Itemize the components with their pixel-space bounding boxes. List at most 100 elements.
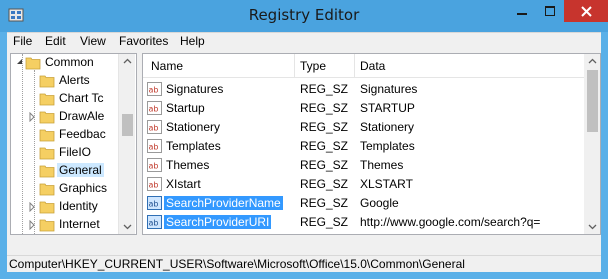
svg-text:ab: ab bbox=[149, 86, 159, 95]
value-name: Themes bbox=[166, 158, 210, 172]
menu-edit[interactable]: Edit bbox=[45, 34, 66, 48]
registry-editor-window: Registry Editor File Edit View Favorites… bbox=[0, 0, 608, 279]
status-path: Computer\HKEY_CURRENT_USER\Software\Micr… bbox=[9, 257, 465, 271]
title-bar[interactable]: Registry Editor bbox=[0, 0, 608, 32]
column-divider[interactable] bbox=[354, 54, 355, 78]
folder-icon bbox=[39, 219, 55, 232]
folder-icon bbox=[39, 111, 55, 124]
tree-item-label: Graphics bbox=[59, 181, 108, 195]
collapsed-arrow-icon bbox=[29, 112, 35, 122]
value-name: Stationery bbox=[166, 120, 221, 134]
scroll-up-arrow-icon[interactable] bbox=[123, 57, 132, 66]
value-data: Stationery bbox=[360, 120, 415, 134]
folder-icon bbox=[39, 129, 55, 142]
menu-bar: File Edit View Favorites Help bbox=[7, 32, 601, 49]
value-type: REG_SZ bbox=[300, 215, 349, 229]
tree-vertical-scrollbar[interactable] bbox=[118, 54, 135, 234]
value-type: REG_SZ bbox=[300, 177, 349, 191]
value-row-selected[interactable]: ab SearchProviderURI REG_SZ http://www.g… bbox=[143, 213, 584, 232]
folder-icon bbox=[39, 165, 55, 178]
value-row[interactable]: ab XIstart REG_SZ XLSTART bbox=[143, 175, 584, 194]
folder-icon bbox=[25, 57, 41, 70]
svg-text:ab: ab bbox=[149, 105, 159, 114]
svg-text:ab: ab bbox=[149, 200, 159, 209]
value-type: REG_SZ bbox=[300, 120, 349, 134]
client-area: Common Alerts Chart Tc DrawAle Feedbac F… bbox=[7, 49, 601, 255]
string-value-icon: ab bbox=[147, 215, 162, 229]
string-value-icon: ab bbox=[147, 158, 162, 172]
value-type: REG_SZ bbox=[300, 158, 349, 172]
value-data: Google bbox=[360, 196, 399, 210]
column-header: Name Type Data bbox=[143, 54, 584, 78]
value-row[interactable]: ab Stationery REG_SZ Stationery bbox=[143, 118, 584, 137]
value-name: Templates bbox=[166, 139, 221, 153]
maximize-icon bbox=[544, 6, 555, 16]
column-header-type[interactable]: Type bbox=[300, 59, 326, 73]
tree-item-label: Common bbox=[45, 55, 94, 69]
svg-text:ab: ab bbox=[149, 124, 159, 133]
menu-file[interactable]: File bbox=[13, 34, 32, 48]
menu-view[interactable]: View bbox=[80, 34, 106, 48]
svg-text:ab: ab bbox=[149, 219, 159, 228]
tree-item-label: General bbox=[57, 163, 104, 177]
value-row-selected[interactable]: ab SearchProviderName REG_SZ Google bbox=[143, 194, 584, 213]
tree-item-label: Alerts bbox=[59, 73, 90, 87]
tree-scroll-thumb[interactable] bbox=[122, 114, 133, 136]
list-vertical-scrollbar[interactable] bbox=[584, 54, 600, 234]
tree-item-label: FileIO bbox=[59, 145, 92, 159]
tree-item-label: Feedbac bbox=[59, 127, 106, 141]
value-name: XIstart bbox=[166, 177, 201, 191]
string-value-icon: ab bbox=[147, 82, 162, 96]
tree-item-label: Chart Tc bbox=[59, 91, 104, 105]
tree-item-label: DrawAle bbox=[59, 109, 105, 123]
value-name: Signatures bbox=[166, 82, 224, 96]
value-data: STARTUP bbox=[360, 101, 415, 115]
tree-item-label: Identity bbox=[59, 199, 98, 213]
column-header-data[interactable]: Data bbox=[360, 59, 385, 73]
value-type: REG_SZ bbox=[300, 196, 349, 210]
menu-help[interactable]: Help bbox=[180, 34, 205, 48]
string-value-icon: ab bbox=[147, 101, 162, 115]
value-type: REG_SZ bbox=[300, 101, 349, 115]
value-type: REG_SZ bbox=[300, 139, 349, 153]
value-data: XLSTART bbox=[360, 177, 413, 191]
string-value-icon: ab bbox=[147, 196, 162, 210]
svg-text:ab: ab bbox=[149, 143, 159, 152]
list-scroll-thumb[interactable] bbox=[587, 70, 598, 132]
string-value-icon: ab bbox=[147, 177, 162, 191]
svg-text:ab: ab bbox=[149, 181, 159, 190]
key-tree[interactable]: Common Alerts Chart Tc DrawAle Feedbac F… bbox=[10, 53, 137, 235]
svg-text:ab: ab bbox=[149, 162, 159, 171]
value-data: Signatures bbox=[360, 82, 418, 96]
minimize-icon bbox=[516, 13, 527, 15]
folder-icon bbox=[39, 93, 55, 106]
values-list[interactable]: Name Type Data ab Signatures REG_SZ Sign… bbox=[142, 53, 601, 235]
value-name: SearchProviderName bbox=[164, 196, 283, 210]
minimize-button[interactable] bbox=[508, 0, 535, 22]
folder-icon bbox=[39, 147, 55, 160]
maximize-button[interactable] bbox=[536, 0, 563, 22]
column-header-name[interactable]: Name bbox=[151, 59, 183, 73]
string-value-icon: ab bbox=[147, 120, 162, 134]
value-row[interactable]: ab Startup REG_SZ STARTUP bbox=[143, 99, 584, 118]
scroll-down-arrow-icon[interactable] bbox=[123, 222, 132, 231]
value-name: Startup bbox=[166, 101, 205, 115]
close-button[interactable] bbox=[564, 0, 608, 22]
value-row[interactable]: ab Signatures REG_SZ Signatures bbox=[143, 80, 584, 99]
scroll-up-arrow-icon[interactable] bbox=[588, 57, 597, 66]
close-icon bbox=[580, 5, 592, 17]
tree-guide-line bbox=[22, 54, 23, 234]
value-row[interactable]: ab Templates REG_SZ Templates bbox=[143, 137, 584, 156]
value-data: Templates bbox=[360, 139, 415, 153]
tree-item-label: Internet bbox=[59, 217, 100, 231]
value-data: http://www.google.com/search?q= bbox=[360, 215, 541, 229]
collapsed-arrow-icon bbox=[29, 202, 35, 212]
folder-icon bbox=[39, 75, 55, 88]
folder-icon bbox=[39, 201, 55, 214]
expanded-arrow-icon bbox=[17, 59, 22, 64]
menu-favorites[interactable]: Favorites bbox=[119, 34, 168, 48]
column-divider[interactable] bbox=[294, 54, 295, 78]
scroll-down-arrow-icon[interactable] bbox=[588, 222, 597, 231]
value-data: Themes bbox=[360, 158, 404, 172]
value-row[interactable]: ab Themes REG_SZ Themes bbox=[143, 156, 584, 175]
